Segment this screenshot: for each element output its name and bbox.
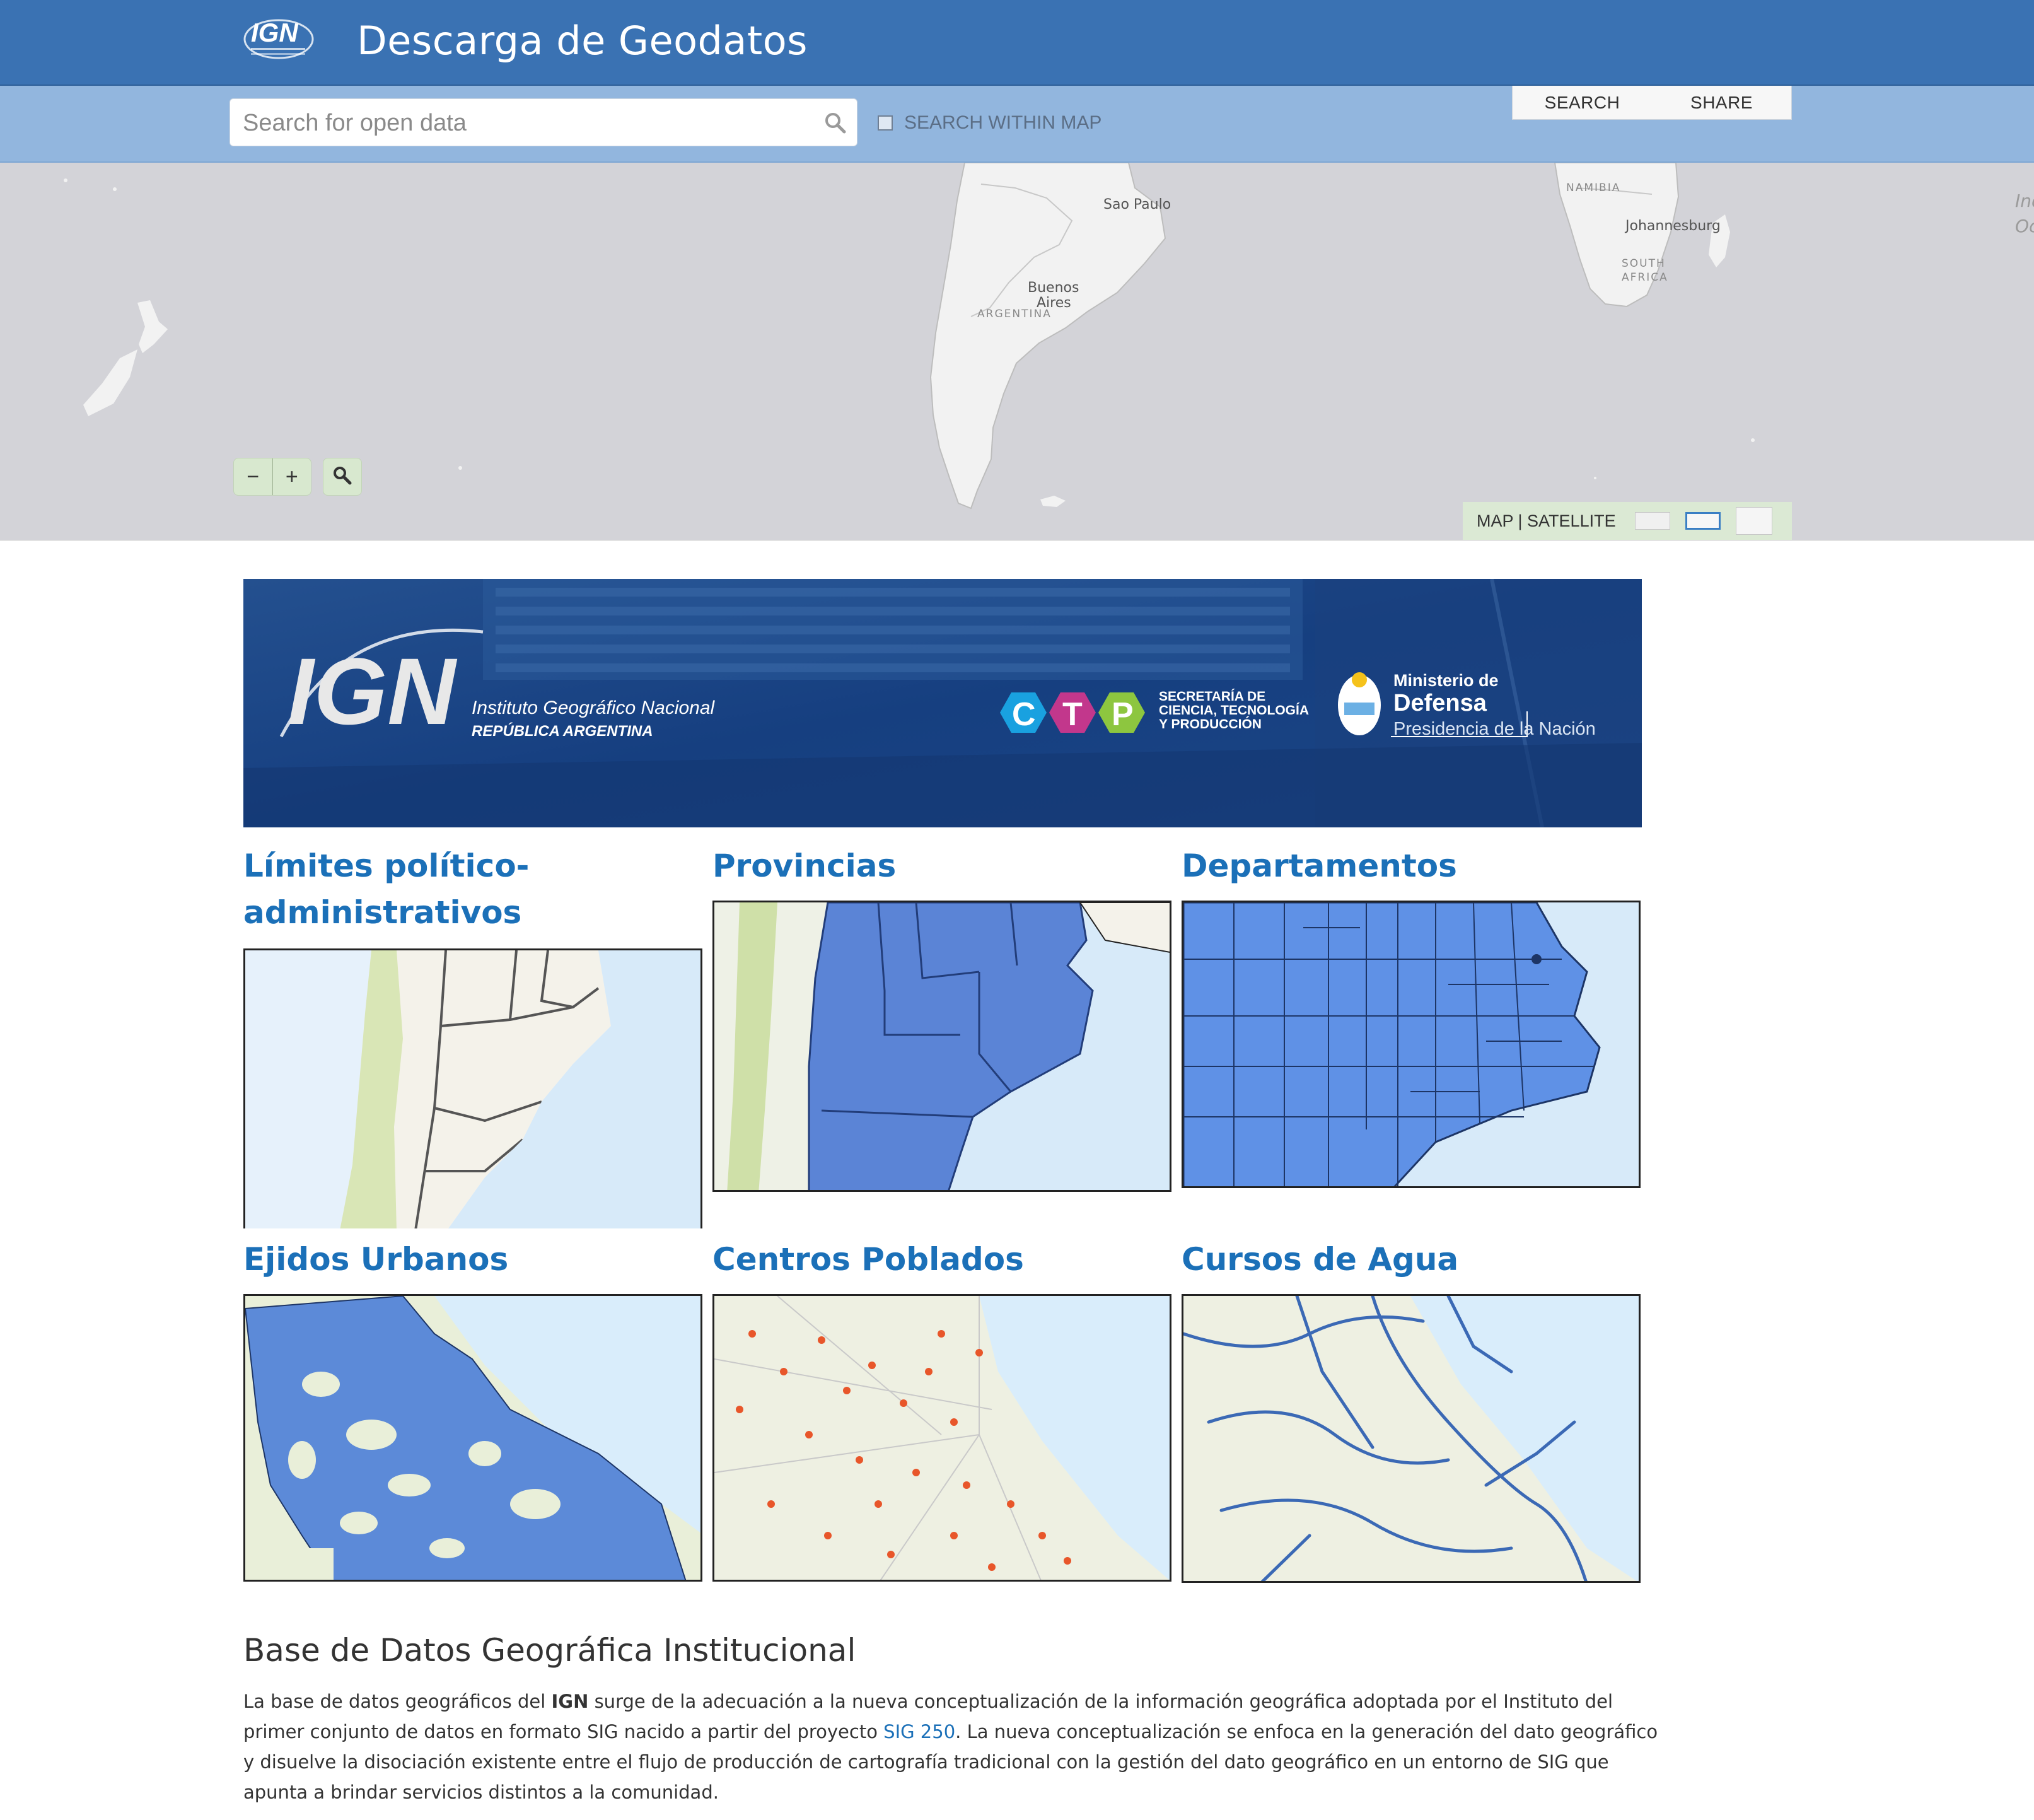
zoom-out-button[interactable]: −: [234, 458, 273, 495]
action-buttons: SEARCH SHARE: [1512, 86, 1792, 120]
dataset-title-centros[interactable]: Centros Poblados: [712, 1236, 1024, 1283]
ministry-line-1: Ministerio de: [1393, 671, 1499, 690]
sig250-link[interactable]: SIG 250: [883, 1721, 955, 1742]
basemap-label: MAP | SATELLITE: [1477, 511, 1616, 530]
dataset-title-provincias[interactable]: Provincias: [712, 843, 896, 889]
provincias-map-image: [714, 902, 1170, 1190]
search-bar: SEARCH WITHIN MAP SEARCH SHARE: [0, 86, 2034, 163]
dataset-title-ejidos[interactable]: Ejidos Urbanos: [243, 1236, 508, 1283]
dataset-thumb-provincias[interactable]: [712, 901, 1171, 1192]
ejidos-map-image: [245, 1296, 700, 1580]
zoom-in-button[interactable]: +: [273, 458, 311, 495]
search-within-map-label: SEARCH WITHIN MAP: [904, 112, 1102, 133]
ctp-letter-c: C: [1012, 696, 1036, 733]
search-within-map-checkbox[interactable]: [878, 115, 893, 131]
map-label-ocean-edge: Ind: [2015, 190, 2034, 211]
basemap-satellite-swatch[interactable]: [1735, 507, 1772, 535]
ctp-line-3: Y PRODUCCIÓN: [1159, 717, 1262, 732]
dataset-thumb-cursos[interactable]: [1182, 1294, 1641, 1583]
map-label-namibia: NAMIBIA: [1566, 182, 1621, 194]
map-label-argentina: ARGENTINA: [977, 308, 1052, 320]
about-ign-bold: IGN: [551, 1691, 589, 1712]
ministry-line-3: Presidencia de la Nación: [1393, 719, 1596, 739]
search-input[interactable]: [241, 99, 811, 147]
ign-logo[interactable]: IGN: [242, 9, 318, 63]
ministry-line-2: Defensa: [1393, 690, 1487, 716]
centros-map-image: [714, 1296, 1170, 1580]
dataset-thumb-ejidos[interactable]: [243, 1294, 702, 1582]
departamentos-map-image: [1183, 902, 1639, 1186]
about-heading: Base de Datos Geográfica Institucional: [243, 1632, 856, 1669]
ctp-line-2: CIENCIA, TECNOLOGÍA: [1159, 703, 1310, 718]
share-button[interactable]: SHARE: [1652, 86, 1791, 119]
basemap-light-swatch[interactable]: [1634, 512, 1670, 530]
site-title: Descarga de Geodatos: [357, 18, 808, 64]
basemap-switcher: MAP | SATELLITE: [1463, 502, 1792, 540]
ctp-letter-t: T: [1062, 696, 1083, 733]
map-label-buenos-aires: Buenos: [1028, 280, 1079, 296]
map-search-button[interactable]: [323, 458, 362, 496]
banner-ign-logo: IGN: [288, 638, 457, 744]
zoom-controls: − +: [233, 458, 311, 496]
search-box: [230, 98, 857, 147]
map-label-johannesburg: Johannesburg: [1625, 218, 1721, 234]
map-label-south-africa-2: AFRICA: [1622, 271, 1668, 284]
dataset-title-cursos[interactable]: Cursos de Agua: [1182, 1236, 1458, 1283]
magnifier-icon: [332, 465, 353, 489]
dataset-thumb-departamentos[interactable]: [1182, 901, 1641, 1188]
ctp-line-1: SECRETARÍA DE: [1159, 689, 1266, 704]
banner-institute-country: REPÚBLICA ARGENTINA: [472, 723, 653, 740]
map-viewer[interactable]: Sao Paulo Buenos Aires ARGENTINA NAMIBIA…: [0, 163, 2034, 541]
dataset-title-departamentos[interactable]: Departamentos: [1182, 843, 1457, 889]
dataset-title-limites-line-1: Límites político-: [243, 848, 530, 884]
ign-banner: IGN C T P Instituto Geográfico Nacional …: [243, 579, 1642, 827]
dataset-title-limites[interactable]: Límites político- administrativos: [243, 843, 529, 936]
dataset-title-limites-line-2: administrativos: [243, 894, 522, 931]
search-button[interactable]: SEARCH: [1513, 86, 1652, 119]
top-header: IGN Descarga de Geodatos: [0, 0, 2034, 86]
about-description: La base de datos geográficos del IGN sur…: [243, 1686, 1662, 1807]
ctp-letter-p: P: [1112, 696, 1134, 733]
map-label-sao-paulo: Sao Paulo: [1103, 197, 1171, 213]
limites-map-image: [245, 950, 700, 1228]
map-label-ocean-edge-2: Oc: [2015, 216, 2034, 236]
about-text-1: La base de datos geográficos del: [243, 1691, 552, 1712]
cursos-map-image: [1183, 1296, 1639, 1581]
dataset-thumb-limites[interactable]: [243, 948, 702, 1228]
search-within-map-toggle[interactable]: SEARCH WITHIN MAP: [878, 112, 1101, 134]
search-icon[interactable]: [823, 110, 848, 136]
banner-ctp-text: SECRETARÍA DE CIENCIA, TECNOLOGÍA Y PROD…: [1159, 690, 1323, 732]
dataset-thumb-centros[interactable]: [712, 1294, 1171, 1582]
basemap-map-swatch[interactable]: [1685, 512, 1721, 530]
map-label-south-africa: SOUTH: [1622, 257, 1666, 270]
banner-institute-name: Instituto Geográfico Nacional: [472, 697, 715, 718]
ign-logo-text: IGN: [251, 18, 299, 47]
